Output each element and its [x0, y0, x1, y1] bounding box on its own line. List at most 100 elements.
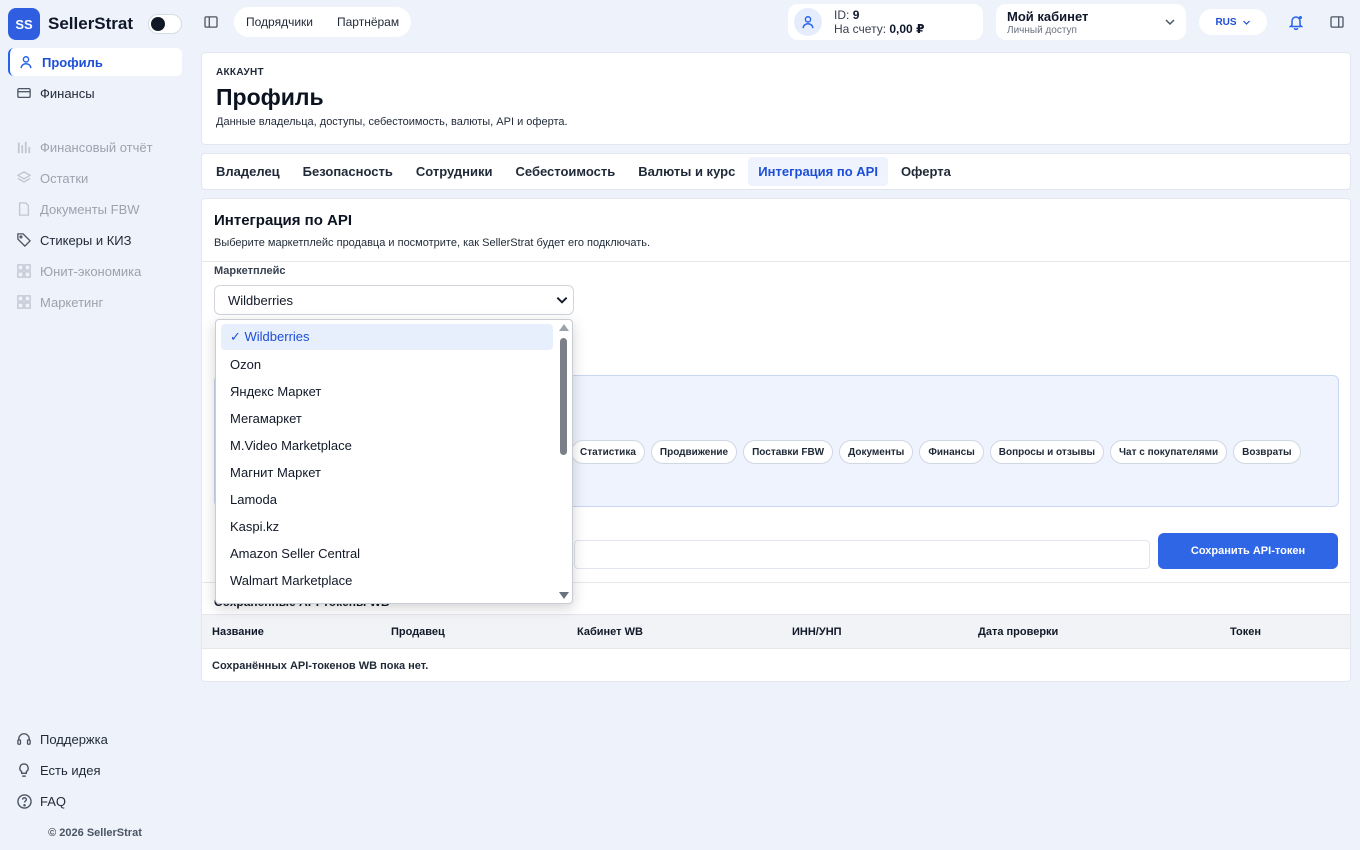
scroll-down-arrow-icon[interactable]	[559, 592, 569, 599]
chip-finance: Финансы	[919, 440, 984, 464]
option-walmart[interactable]: Walmart Marketplace	[221, 567, 553, 593]
theme-toggle[interactable]	[148, 14, 182, 34]
dropdown-scrollbar[interactable]	[558, 322, 570, 601]
sidebar-item-stock[interactable]: Остатки	[8, 164, 182, 192]
chip-questions-reviews: Вопросы и отзывы	[989, 440, 1105, 464]
chip-fbw-supplies: Поставки FBW	[743, 440, 834, 464]
chip-documents: Документы	[839, 440, 914, 464]
sidebar-item-finance[interactable]: Финансы	[8, 79, 182, 107]
tab-api-integration[interactable]: Интеграция по API	[748, 157, 888, 186]
option-kaspi[interactable]: Kaspi.kz	[221, 513, 553, 539]
marketplace-value: Wildberries	[228, 292, 294, 308]
sidebar-item-unit-economics[interactable]: Юнит-экономика	[8, 257, 182, 285]
link-partners[interactable]: Партнёрам	[337, 15, 399, 29]
scroll-up-arrow-icon[interactable]	[559, 324, 569, 331]
eyebrow: АККАУНТ	[216, 67, 264, 78]
grid-icon	[16, 263, 32, 279]
section-subtitle: Выберите маркетплейс продавца и посмотри…	[214, 237, 651, 249]
sidebar-item-label: Профиль	[42, 54, 103, 70]
brand-name: SellerStrat	[48, 14, 134, 33]
api-token-input[interactable]	[574, 540, 1150, 569]
sidebar: SS SellerStrat Профиль Финансы Финансовы…	[0, 0, 190, 850]
chevron-down-icon	[1164, 15, 1176, 33]
option-ozon[interactable]: Ozon	[221, 351, 553, 377]
tab-owner[interactable]: Владелец	[206, 157, 290, 186]
sidebar-toggle-icon[interactable]	[202, 13, 220, 31]
page-subtitle: Данные владельца, доступы, себестоимость…	[216, 116, 568, 128]
sidebar-item-label: Остатки	[40, 170, 89, 186]
chip-promotion: Продвижение	[650, 440, 738, 464]
option-megamarket[interactable]: Мегамаркет	[221, 405, 553, 431]
sidebar-item-fbw-documents[interactable]: Документы FBW	[8, 195, 182, 223]
user-icon	[18, 54, 34, 70]
option-mvideo[interactable]: M.Video Marketplace	[221, 432, 553, 458]
chip-buyer-chat: Чат с покупателями	[1110, 440, 1228, 464]
tab-offer[interactable]: Оферта	[891, 157, 961, 186]
sidebar-nav-tools: Финансовый отчёт Остатки Документы FBW С…	[8, 133, 182, 319]
sidebar-item-marketing[interactable]: Маркетинг	[8, 288, 182, 316]
balance-label: На счету:	[834, 22, 887, 36]
tokens-empty-state: Сохранённых API-токенов WB пока нет.	[212, 660, 429, 672]
profile-tabs: Владелец Безопасность Сотрудники Себесто…	[201, 153, 1351, 190]
tag-icon	[16, 232, 32, 248]
option-lamoda[interactable]: Lamoda	[221, 486, 553, 512]
cabinet-title: Мой кабинет	[1007, 9, 1089, 24]
sidebar-item-financial-report[interactable]: Финансовый отчёт	[8, 133, 182, 161]
cabinet-selector[interactable]: Мой кабинет Личный доступ	[996, 4, 1186, 40]
divider	[202, 261, 1350, 262]
account-lines: ID: 9 На счету: 0,00 ₽	[834, 8, 924, 36]
cabinet-subtitle: Личный доступ	[1007, 25, 1077, 36]
bar-chart-icon	[16, 139, 32, 155]
grid-icon	[16, 294, 32, 310]
option-wildberries[interactable]: ✓ Wildberries	[221, 324, 553, 350]
marketplace-select[interactable]: Wildberries	[214, 285, 574, 315]
account-id-label: ID:	[834, 8, 850, 22]
language-selector[interactable]: RUS	[1199, 9, 1267, 35]
sidebar-item-label: Финансовый отчёт	[40, 139, 153, 155]
account-summary[interactable]: ID: 9 На счету: 0,00 ₽	[788, 4, 983, 40]
sidebar-item-label: Поддержка	[40, 731, 108, 747]
sidebar-item-label: Есть идея	[40, 762, 101, 778]
chevron-down-icon	[555, 293, 569, 310]
sidebar-item-idea[interactable]: Есть идея	[8, 756, 182, 784]
column-token: Токен	[1230, 626, 1262, 638]
sidebar-item-label: FAQ	[40, 793, 67, 809]
sidebar-item-label: Маркетинг	[40, 294, 104, 310]
chip-statistics: Статистика	[571, 440, 645, 464]
section-title: Интеграция по API	[214, 212, 353, 229]
option-magnit-market[interactable]: Магнит Маркет	[221, 459, 553, 485]
permission-chips: Статистика Продвижение Поставки FBW Доку…	[571, 440, 1301, 464]
tab-employees[interactable]: Сотрудники	[406, 157, 503, 186]
layers-icon	[16, 170, 32, 186]
column-seller: Продавец	[391, 626, 445, 638]
sidebar-item-label: Документы FBW	[40, 201, 140, 217]
save-api-token-button[interactable]: Сохранить API-токен	[1158, 533, 1338, 569]
link-contractors[interactable]: Подрядчики	[246, 15, 313, 29]
account-id: 9	[852, 8, 860, 22]
option-yandex-market[interactable]: Яндекс Маркет	[221, 378, 553, 404]
panel-toggle-icon[interactable]	[1328, 13, 1346, 31]
headset-icon	[16, 731, 32, 747]
sidebar-item-profile[interactable]: Профиль	[8, 48, 182, 76]
page-title: Профиль	[216, 84, 324, 110]
top-links: Подрядчики Партнёрам	[234, 7, 412, 37]
chevron-down-icon	[1242, 20, 1250, 25]
language-label: RUS	[1215, 16, 1237, 28]
marketplace-dropdown: ✓ Wildberries Ozon Яндекс Маркет Мегамар…	[215, 319, 573, 604]
sidebar-nav-footer: Поддержка Есть идея FAQ	[8, 725, 182, 818]
sidebar-item-support[interactable]: Поддержка	[8, 725, 182, 753]
tab-cost[interactable]: Себестоимость	[506, 157, 626, 186]
column-check-date: Дата проверки	[978, 626, 1059, 638]
copyright: © 2026 SellerStrat	[48, 827, 142, 839]
option-amazon[interactable]: Amazon Seller Central	[221, 540, 553, 566]
scroll-thumb[interactable]	[560, 338, 567, 455]
bell-icon[interactable]	[1286, 12, 1306, 32]
brand[interactable]: SS SellerStrat	[8, 8, 133, 40]
sidebar-item-faq[interactable]: FAQ	[8, 787, 182, 815]
tab-currencies[interactable]: Валюты и курс	[628, 157, 745, 186]
chip-returns: Возвраты	[1233, 440, 1301, 464]
sidebar-item-stickers[interactable]: Стикеры и КИЗ	[8, 226, 182, 254]
tab-security[interactable]: Безопасность	[293, 157, 403, 186]
column-inn: ИНН/УНП	[792, 626, 842, 638]
page-header: АККАУНТ Профиль Данные владельца, доступ…	[201, 52, 1351, 145]
